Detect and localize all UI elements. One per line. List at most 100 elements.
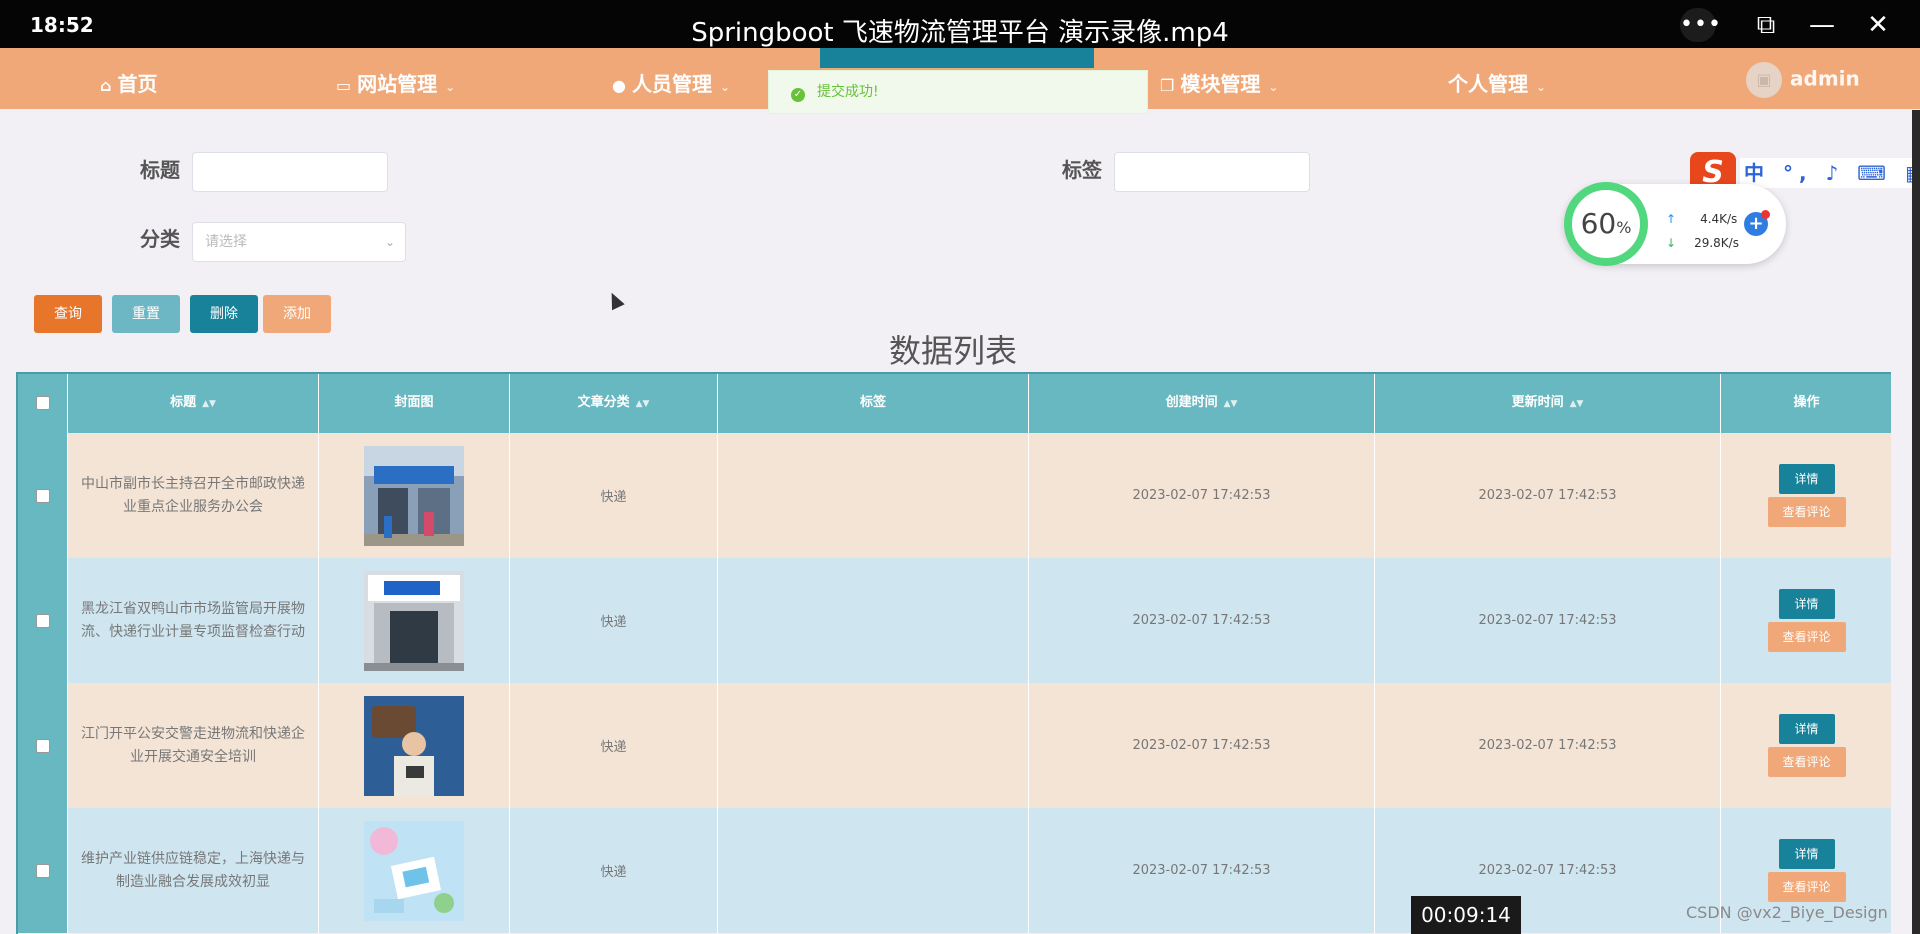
row-title: 维护产业链供应链稳定，上海快递与制造业融合发展成效初显	[68, 808, 319, 933]
chevron-down-icon: ⌄	[384, 235, 395, 249]
table-row: 黑龙江省双鸭山市市场监管局开展物流、快递行业计量专项监督检查行动 快递 2023…	[18, 558, 1891, 683]
sort-icon: ▲▼	[1569, 399, 1584, 409]
table-row: 中山市副市长主持召开全市邮政快递业重点企业服务办公会 快递 2023-02-07…	[18, 433, 1891, 558]
copy-icon: ❐	[1160, 76, 1175, 95]
chevron-down-icon: ⌄	[1536, 80, 1547, 94]
arrow-down-icon: ↓	[1666, 236, 1677, 250]
detail-button[interactable]: 详情	[1778, 589, 1835, 619]
row-created: 2023-02-07 17:42:53	[1029, 683, 1375, 808]
row-tag	[718, 683, 1029, 808]
row-title: 中山市副市长主持召开全市邮政快递业重点企业服务办公会	[68, 433, 319, 558]
avatar-icon: ▣	[1746, 62, 1782, 98]
more-icon[interactable]: •••	[1680, 8, 1721, 42]
header-tag: 标签	[718, 374, 1029, 433]
user-menu[interactable]: ▣ admin	[1746, 62, 1860, 98]
pip-icon[interactable]: ⧉	[1748, 8, 1784, 42]
nav-item-label: 模块管理	[1180, 72, 1261, 96]
row-tag	[718, 558, 1029, 683]
nav-item-people-management[interactable]: ● 人员管理 ⌄	[612, 68, 730, 97]
nav-item-personal-management[interactable]: 个人管理 ⌄	[1448, 68, 1546, 97]
row-title: 黑龙江省双鸭山市市场监管局开展物流、快递行业计量专项监督检查行动	[68, 558, 319, 683]
row-title: 江门开平公安交警走进物流和快递企业开展交通安全培训	[68, 683, 319, 808]
nav-item-site-management[interactable]: ▭ 网站管理 ⌄	[336, 68, 455, 97]
row-updated: 2023-02-07 17:42:53	[1375, 683, 1721, 808]
ime-controls[interactable]: 中 °, ♪ ⌨ ▦	[1740, 158, 1920, 188]
row-cover	[319, 433, 510, 558]
video-timestamp: 00:09:14	[1411, 896, 1521, 934]
row-cover	[319, 808, 510, 933]
row-checkbox[interactable]	[35, 613, 50, 628]
close-icon[interactable]: ✕	[1860, 8, 1896, 42]
nav-item-home[interactable]: ⌂ 首页	[100, 68, 157, 97]
toast-message: 提交成功!	[817, 84, 879, 100]
minimize-icon[interactable]: —	[1804, 8, 1840, 42]
page-scrollbar[interactable]	[1912, 110, 1920, 934]
chevron-down-icon: ⌄	[445, 80, 456, 94]
arrow-up-icon: ↑	[1666, 212, 1677, 226]
nav-item-label: 个人管理	[1448, 72, 1528, 96]
detail-button[interactable]: 详情	[1778, 464, 1835, 494]
watermark: CSDN @vx2_Biye_Design	[1686, 903, 1888, 922]
view-comments-button[interactable]: 查看评论	[1767, 497, 1846, 527]
nav-item-module-management[interactable]: ❐ 模块管理 ⌄	[1160, 68, 1278, 97]
row-category: 快递	[510, 433, 718, 558]
category-select[interactable]: 请选择 ⌄	[192, 222, 406, 262]
video-title: Springboot 飞速物流管理平台 演示录像.mp4	[691, 18, 1229, 48]
chevron-down-icon: ⌄	[1268, 80, 1279, 94]
cover-image	[364, 445, 464, 546]
nav-item-label: 网站管理	[357, 72, 438, 96]
plus-icon[interactable]: +	[1744, 210, 1770, 236]
row-tag	[718, 808, 1029, 933]
header-category[interactable]: 文章分类 ▲▼	[510, 374, 718, 433]
row-updated: 2023-02-07 17:42:53	[1375, 433, 1721, 558]
home-icon: ⌂	[100, 76, 112, 95]
chevron-down-icon: ⌄	[719, 80, 731, 94]
row-checkbox[interactable]	[35, 738, 50, 753]
monitor-icon: ▭	[336, 76, 352, 95]
player-title-bar: 18:52 Springboot 飞速物流管理平台 演示录像.mp4 ••• ⧉…	[0, 0, 1920, 48]
header-updated[interactable]: 更新时间 ▲▼	[1375, 374, 1721, 433]
nav-active-indicator	[820, 48, 1094, 68]
row-created: 2023-02-07 17:42:53	[1029, 433, 1375, 558]
nav-item-label: 首页	[117, 72, 158, 96]
sort-icon: ▲▼	[635, 399, 650, 409]
download-speed: ↓ 29.8K/s	[1666, 236, 1739, 250]
view-comments-button[interactable]: 查看评论	[1767, 747, 1846, 777]
row-category: 快递	[510, 683, 718, 808]
row-updated: 2023-02-07 17:42:53	[1375, 558, 1721, 683]
header-created[interactable]: 创建时间 ▲▼	[1029, 374, 1375, 433]
row-checkbox[interactable]	[35, 863, 50, 878]
upload-speed: ↑ 4.4K/s	[1666, 212, 1738, 226]
row-category: 快递	[510, 808, 718, 933]
tag-input[interactable]	[1114, 152, 1310, 192]
check-circle-icon: ✓	[791, 88, 805, 102]
select-all-checkbox[interactable]	[35, 395, 50, 410]
memory-usage-ring: 60%	[1564, 182, 1648, 266]
list-title: 数据列表	[888, 332, 1017, 370]
username: admin	[1790, 66, 1860, 91]
success-toast: ✓ 提交成功!	[768, 70, 1148, 114]
detail-button[interactable]: 详情	[1778, 839, 1835, 869]
network-speed-widget: 60% ↑ 4.4K/s ↓ 29.8K/s +	[1564, 182, 1786, 266]
table-row: 维护产业链供应链稳定，上海快递与制造业融合发展成效初显 快递 2023-02-0…	[18, 808, 1891, 933]
cover-image	[364, 695, 464, 796]
row-cover	[319, 558, 510, 683]
row-select-cell	[18, 558, 68, 683]
row-created: 2023-02-07 17:42:53	[1029, 558, 1375, 683]
row-select-cell	[18, 433, 68, 558]
header-cover: 封面图	[319, 374, 510, 433]
row-actions: 详情 查看评论	[1721, 433, 1891, 558]
tag-label: 标签	[1062, 158, 1102, 182]
view-comments-button[interactable]: 查看评论	[1767, 622, 1846, 652]
user-icon: ●	[612, 76, 626, 95]
row-select-cell	[18, 683, 68, 808]
title-input[interactable]	[192, 152, 388, 192]
row-checkbox[interactable]	[35, 488, 50, 503]
view-comments-button[interactable]: 查看评论	[1767, 872, 1846, 902]
select-all-header	[18, 374, 68, 433]
detail-button[interactable]: 详情	[1778, 714, 1835, 744]
table-header: 标题 ▲▼ 封面图 文章分类 ▲▼ 标签 创建时间 ▲▼ 更新时间 ▲▼ 操作	[18, 374, 1891, 433]
mouse-cursor-icon	[605, 289, 625, 311]
header-title[interactable]: 标题 ▲▼	[68, 374, 319, 433]
header-actions: 操作	[1721, 374, 1891, 433]
